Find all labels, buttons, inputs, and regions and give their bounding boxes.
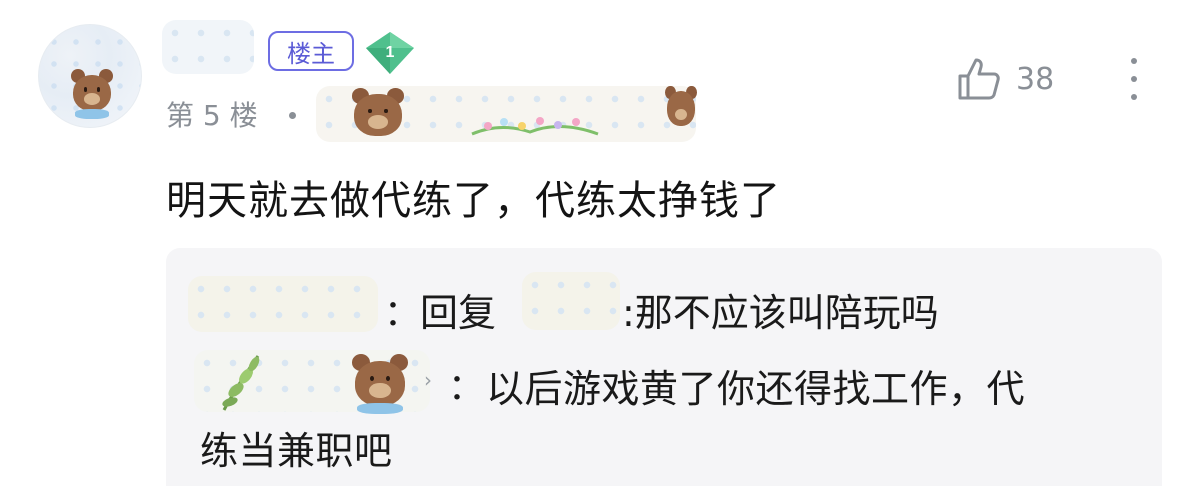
diamond-level-icon: 1 [366,32,414,74]
op-badge-label: 楼主 [287,39,335,68]
floor-number: 第 5 楼 [166,99,258,132]
reply-target-redacted[interactable] [522,272,620,330]
bear-illustration [69,69,115,119]
reply-word: 回复 [420,291,497,335]
thumbs-up-icon [958,58,1000,100]
more-vertical-icon[interactable] [1122,54,1146,104]
like-button[interactable]: 38 [956,56,1054,102]
leaf-decoration [222,355,260,411]
separator-dot [289,112,296,119]
reply-text-continued: 练当兼职吧 [200,429,393,473]
bear-decoration [350,354,410,415]
bear-decoration [350,88,406,140]
like-count: 38 [1016,61,1055,97]
flowers-decoration [471,117,599,136]
reply-text: 以后游戏黄了你还得找工作，代 [486,367,1026,411]
username-redacted[interactable] [162,20,254,74]
chevron-right-icon: › [424,368,432,392]
reply-colon: ： [384,293,421,334]
op-badge: 楼主 [268,31,354,71]
comment-text: 明天就去做代练了，代练太挣钱了 [166,178,781,224]
bear-decoration-small [664,86,698,130]
reply-author-redacted[interactable] [188,276,378,332]
reply-text: :那不应该叫陪玩吗 [622,291,939,335]
reply-colon: ： [448,367,485,408]
level-number: 1 [386,44,395,61]
user-avatar[interactable] [38,24,142,128]
